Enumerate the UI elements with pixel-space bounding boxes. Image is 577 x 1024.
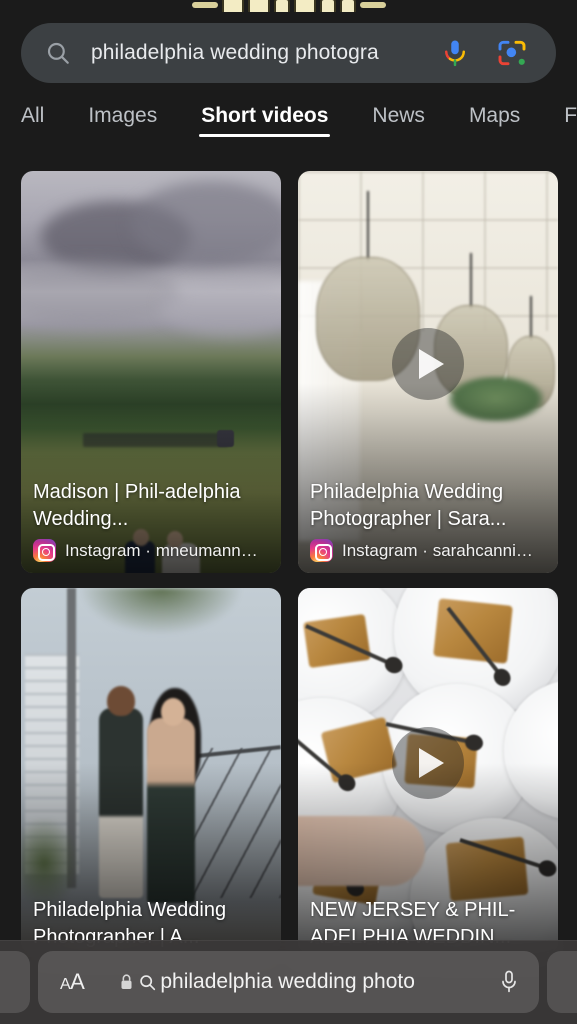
doodle-letter <box>319 0 336 12</box>
search-icon <box>47 42 69 64</box>
search-icon <box>140 974 156 990</box>
foliage <box>81 588 241 634</box>
tab-short-videos[interactable]: Short videos <box>199 104 331 142</box>
short-videos-grid: Madison | Phil-adelphia Wedding... Insta… <box>21 171 558 953</box>
video-title[interactable]: Philadelphia Wedding Photographer | Sara… <box>310 479 546 533</box>
doodle-swash-left <box>191 2 218 8</box>
play-triangle-icon <box>419 348 444 379</box>
text-size-big-a: A <box>70 969 85 994</box>
card-meta: Philadelphia Wedding Photographer | Sara… <box>298 479 558 573</box>
tab-peek-right[interactable] <box>547 951 577 1013</box>
address-bar[interactable]: AA philadelphia wedding photo <box>38 951 539 1013</box>
text-size-small-a: A <box>60 976 71 993</box>
doodle-letter <box>247 0 270 12</box>
figure-woman-face <box>161 698 185 726</box>
microphone-icon[interactable] <box>501 970 517 994</box>
video-source[interactable]: Instagram · sarahcanni… <box>310 539 546 562</box>
google-lens-icon[interactable] <box>496 37 528 69</box>
play-triangle-icon <box>419 748 444 779</box>
doodle-letter <box>293 0 316 12</box>
play-button[interactable] <box>392 327 464 400</box>
tab-maps[interactable]: Maps <box>469 104 520 142</box>
search-bar[interactable]: philadelphia wedding photogra <box>21 23 556 83</box>
pillar <box>67 588 76 888</box>
video-card[interactable]: NEW JERSEY & PHIL-ADELPHIA WEDDIN... <box>298 588 558 953</box>
video-source[interactable]: Instagram · mneumann… <box>33 539 269 562</box>
railing <box>171 748 281 898</box>
phone-screen: philadelphia wedding photogra All Images… <box>0 0 577 1024</box>
hand <box>298 816 425 886</box>
tab-news[interactable]: News <box>372 104 425 142</box>
doodle-letter <box>221 0 244 12</box>
tab-peek-left[interactable] <box>0 951 30 1013</box>
video-card[interactable]: Madison | Phil-adelphia Wedding... Insta… <box>21 171 281 573</box>
google-mic-icon[interactable] <box>440 38 470 68</box>
doodle-swash-right <box>359 2 386 8</box>
doodle-letter <box>339 0 356 12</box>
url-text[interactable]: philadelphia wedding photo <box>160 970 493 994</box>
figure-man-head <box>107 686 135 716</box>
shrub <box>21 818 79 908</box>
tab-all[interactable]: All <box>21 104 44 142</box>
floral-decor <box>448 376 544 422</box>
figure-woman <box>147 718 195 903</box>
figure-man <box>99 708 143 898</box>
search-tabs[interactable]: All Images Short videos News Maps Forum <box>0 104 577 152</box>
text-size-button[interactable]: AA <box>60 969 85 995</box>
video-source-label: Instagram · sarahcanni… <box>342 540 533 560</box>
chandelier <box>503 296 558 416</box>
google-doodle-logo[interactable] <box>0 0 577 12</box>
overlay-caption <box>83 433 228 447</box>
lock-icon <box>121 974 132 989</box>
overlay-badge-icon <box>217 430 234 447</box>
video-card[interactable]: Philadelphia Wedding Photographer | Sara… <box>298 171 558 573</box>
video-source-label: Instagram · mneumann… <box>65 540 258 560</box>
search-input[interactable]: philadelphia wedding photogra <box>91 41 434 65</box>
browser-bottom-bar: AA philadelphia wedding photo <box>0 940 577 1024</box>
play-button[interactable] <box>392 727 464 800</box>
instagram-icon <box>33 539 56 562</box>
card-meta: Madison | Phil-adelphia Wedding... Insta… <box>21 479 281 573</box>
instagram-icon <box>310 539 333 562</box>
video-card[interactable]: Philadelphia Wedding Photographer | A... <box>21 588 281 953</box>
tab-forums[interactable]: Forum <box>564 104 577 142</box>
tab-images[interactable]: Images <box>88 104 157 142</box>
doodle-letter <box>273 0 290 12</box>
video-title[interactable]: Madison | Phil-adelphia Wedding... <box>33 479 269 533</box>
